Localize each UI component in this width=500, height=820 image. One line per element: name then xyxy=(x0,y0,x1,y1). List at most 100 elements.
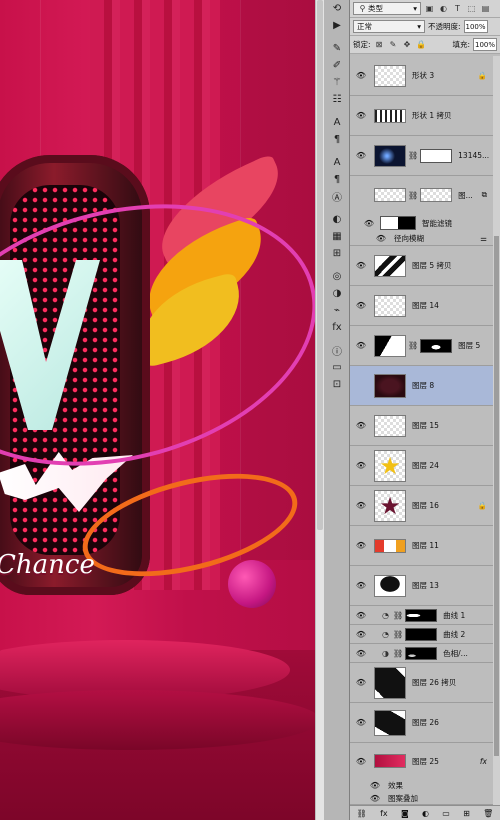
layer-mask[interactable] xyxy=(405,627,438,641)
opacity-input[interactable]: 100% xyxy=(463,20,488,33)
eye-icon[interactable]: 👁 xyxy=(350,421,372,430)
eye-icon[interactable]: 👁 xyxy=(350,581,372,590)
filter-row[interactable]: 👁 径向模糊 ⚌ xyxy=(350,232,493,246)
eye-icon[interactable]: 👁 xyxy=(350,718,372,727)
filter-type-icon[interactable]: T xyxy=(452,3,463,14)
layer-row[interactable]: 👁 ⛓ 13145... xyxy=(350,136,493,176)
lock-transparent-icon[interactable]: ⊠ xyxy=(374,39,385,50)
layer-row[interactable]: 👁 图层 26 xyxy=(350,703,493,743)
link-layers-icon[interactable]: ⛓ xyxy=(357,809,367,818)
filter-shape-icon[interactable]: ⬚ xyxy=(466,3,477,14)
new-layer-icon[interactable]: ⊞ xyxy=(463,809,470,818)
layer-mask[interactable] xyxy=(420,148,453,163)
layer-row[interactable]: 👁 形状 1 拷贝 xyxy=(350,96,493,136)
lock-move-icon[interactable]: ✥ xyxy=(402,39,413,50)
eye-icon[interactable]: 👁 xyxy=(370,234,392,243)
smart-filters-row[interactable]: 👁 智能滤镜 xyxy=(350,214,493,232)
brush-presets-icon[interactable]: ✐ xyxy=(324,57,350,74)
layer-row[interactable]: 👁 图层 14 xyxy=(350,286,493,326)
layer-row[interactable]: 👁 ★ 图层 16 🔒 xyxy=(350,486,493,526)
eye-icon[interactable]: 👁 xyxy=(364,794,386,803)
filter-mask[interactable] xyxy=(380,216,416,230)
chain-link-icon[interactable]: ⛓ xyxy=(393,649,403,658)
adjustment-layer-row[interactable]: 👁 ◔ ⛓ 曲线 1 xyxy=(350,606,493,625)
fx-icon[interactable]: fx xyxy=(480,757,487,766)
eye-icon[interactable]: 👁 xyxy=(358,219,380,228)
scrollbar-thumb[interactable] xyxy=(317,0,323,530)
paths-icon[interactable]: ⌁ xyxy=(324,302,350,319)
eye-icon[interactable]: 👁 xyxy=(350,341,372,350)
channels-icon[interactable]: ◑ xyxy=(324,285,350,302)
layer-mask[interactable] xyxy=(405,608,438,622)
color-icon[interactable]: ◐ xyxy=(324,211,350,228)
chain-link-icon[interactable]: ⛓ xyxy=(393,630,403,639)
notes-icon[interactable]: ⊡ xyxy=(324,376,350,393)
effects-row[interactable]: 👁 效果 xyxy=(350,779,493,792)
scrollbar-thumb[interactable] xyxy=(494,236,499,756)
glyphs-icon[interactable]: Ⓐ xyxy=(324,188,350,205)
eye-icon[interactable]: 👁 xyxy=(350,461,372,470)
character-icon[interactable]: A xyxy=(324,114,350,131)
document-canvas[interactable]: Chance xyxy=(0,0,315,820)
paragraph-styles-icon[interactable]: ¶ xyxy=(324,171,350,188)
layer-mask[interactable] xyxy=(420,338,453,353)
properties-icon[interactable]: ▭ xyxy=(324,359,350,376)
new-group-icon[interactable]: ▭ xyxy=(442,809,450,818)
layer-row[interactable]: ⛓ 图... ⧉ xyxy=(350,176,493,214)
layers-scrollbar[interactable] xyxy=(493,56,500,805)
layer-row[interactable]: 👁 图层 25 fx xyxy=(350,743,493,779)
adjust-sliders-icon[interactable]: ☷ xyxy=(324,91,350,108)
eye-icon[interactable]: 👁 xyxy=(364,781,386,790)
info-icon[interactable]: ⓘ xyxy=(324,342,350,359)
styles-icon[interactable]: fx xyxy=(324,319,350,336)
fill-input[interactable]: 100% xyxy=(473,38,497,51)
layers-icon[interactable]: ◎ xyxy=(324,268,350,285)
layer-row[interactable]: 👁 图层 15 xyxy=(350,406,493,446)
actions-icon[interactable]: ▶ xyxy=(324,17,350,34)
add-mask-icon[interactable]: ◙ xyxy=(401,809,409,818)
filter-options-icon[interactable]: ⚌ xyxy=(480,234,487,243)
eye-icon[interactable]: 👁 xyxy=(350,501,372,510)
layer-mask[interactable] xyxy=(405,646,438,660)
eye-icon[interactable]: 👁 xyxy=(350,301,372,310)
fx-menu-icon[interactable]: fx xyxy=(380,809,388,818)
lock-all-icon[interactable]: 🔒 xyxy=(416,39,427,50)
layer-row[interactable]: 👁 图层 26 拷贝 xyxy=(350,663,493,703)
eye-icon[interactable]: 👁 xyxy=(350,678,372,687)
filter-adjustment-icon[interactable]: ◐ xyxy=(438,3,449,14)
character-styles-icon[interactable]: A xyxy=(324,154,350,171)
swatches-icon[interactable]: ▦ xyxy=(324,228,350,245)
eye-icon[interactable]: 👁 xyxy=(350,71,372,80)
layer-row[interactable]: 👁 ★ 图层 24 xyxy=(350,446,493,486)
layer-row[interactable]: 👁 ⛓ 图层 5 xyxy=(350,326,493,366)
adjustment-layer-row[interactable]: 👁 ◔ ⛓ 曲线 2 xyxy=(350,625,493,644)
brush-icon[interactable]: ✎ xyxy=(324,40,350,57)
eye-icon[interactable]: 👁 xyxy=(350,649,372,658)
eye-icon[interactable]: 👁 xyxy=(350,611,372,620)
layer-row[interactable]: 👁 图层 11 xyxy=(350,526,493,566)
chain-link-icon[interactable]: ⛓ xyxy=(408,151,418,160)
filter-smart-icon[interactable]: ▤ xyxy=(480,3,491,14)
adjustment-layer-icon[interactable]: ◐ xyxy=(422,809,429,818)
grid-icon[interactable]: ⊞ xyxy=(324,245,350,262)
chain-link-icon[interactable]: ⛓ xyxy=(408,341,418,350)
eye-icon[interactable]: 👁 xyxy=(350,757,372,766)
lock-paint-icon[interactable]: ✎ xyxy=(388,39,399,50)
chain-link-icon[interactable]: ⛓ xyxy=(393,611,403,620)
layer-mask[interactable] xyxy=(420,188,453,202)
clone-source-icon[interactable]: ⚚ xyxy=(324,74,350,91)
layer-row[interactable]: 👁 形状 3 🔒 xyxy=(350,56,493,96)
paragraph-icon[interactable]: ¶ xyxy=(324,131,350,148)
eye-icon[interactable]: 👁 xyxy=(350,111,372,120)
chain-link-icon[interactable]: ⛓ xyxy=(408,191,418,200)
layer-row-selected[interactable]: 图层 8 xyxy=(350,366,493,406)
effect-row[interactable]: 👁 图案叠加 xyxy=(350,792,493,805)
adjustment-layer-row[interactable]: 👁 ◑ ⛓ 色相/... xyxy=(350,644,493,663)
canvas-scrollbar[interactable] xyxy=(315,0,324,820)
eye-icon[interactable]: 👁 xyxy=(350,151,372,160)
eye-icon[interactable]: 👁 xyxy=(350,630,372,639)
delete-layer-icon[interactable]: 🗑 xyxy=(483,809,493,818)
layer-row[interactable]: 👁 图层 13 xyxy=(350,566,493,606)
history-icon[interactable]: ⟲ xyxy=(324,0,350,17)
filter-type-select[interactable]: ⚲ 类型 ▾ xyxy=(353,2,421,15)
